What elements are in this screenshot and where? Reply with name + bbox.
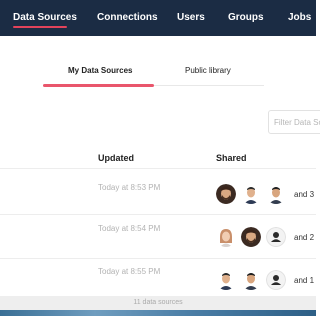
more-shared-count[interactable]: and 2 — [294, 233, 314, 242]
row-divider — [0, 258, 316, 259]
updated-time: Today at 8:54 PM — [98, 224, 161, 233]
background-strip — [0, 310, 316, 316]
man-beard-avatar — [216, 184, 236, 204]
data-source-count: 11 data sources — [133, 299, 183, 306]
tab-public-library[interactable]: Public library — [185, 66, 231, 75]
active-tab-indicator — [43, 84, 154, 87]
man-beard-avatar — [241, 227, 261, 247]
nav-active-indicator — [13, 26, 67, 28]
woman-avatar — [216, 227, 236, 247]
default-user-avatar — [266, 270, 286, 290]
nav-jobs[interactable]: Jobs — [288, 12, 311, 23]
row-divider — [0, 214, 316, 215]
column-header-updated[interactable]: Updated — [98, 153, 134, 163]
more-shared-count[interactable]: and 1 — [294, 276, 314, 285]
tab-divider — [154, 85, 264, 86]
nav-users[interactable]: Users — [177, 12, 205, 23]
nav-groups[interactable]: Groups — [228, 12, 264, 23]
man-avatar — [216, 270, 236, 290]
more-shared-count[interactable]: and 3 — [294, 190, 314, 199]
filter-data-sources-input[interactable] — [268, 110, 320, 134]
list-footer: 11 data sources — [0, 296, 316, 310]
row-divider — [0, 168, 316, 169]
nav-connections[interactable]: Connections — [97, 12, 158, 23]
man-avatar — [241, 270, 261, 290]
nav-data-sources[interactable]: Data Sources — [13, 12, 77, 23]
updated-time: Today at 8:53 PM — [98, 183, 161, 192]
man-avatar — [241, 184, 261, 204]
updated-time: Today at 8:55 PM — [98, 267, 161, 276]
top-navigation-bar: Data Sources Connections Users Groups Jo… — [0, 0, 316, 36]
default-user-avatar — [266, 227, 286, 247]
man-avatar — [266, 184, 286, 204]
column-header-shared[interactable]: Shared — [216, 153, 247, 163]
tab-my-data-sources[interactable]: My Data Sources — [68, 66, 132, 75]
